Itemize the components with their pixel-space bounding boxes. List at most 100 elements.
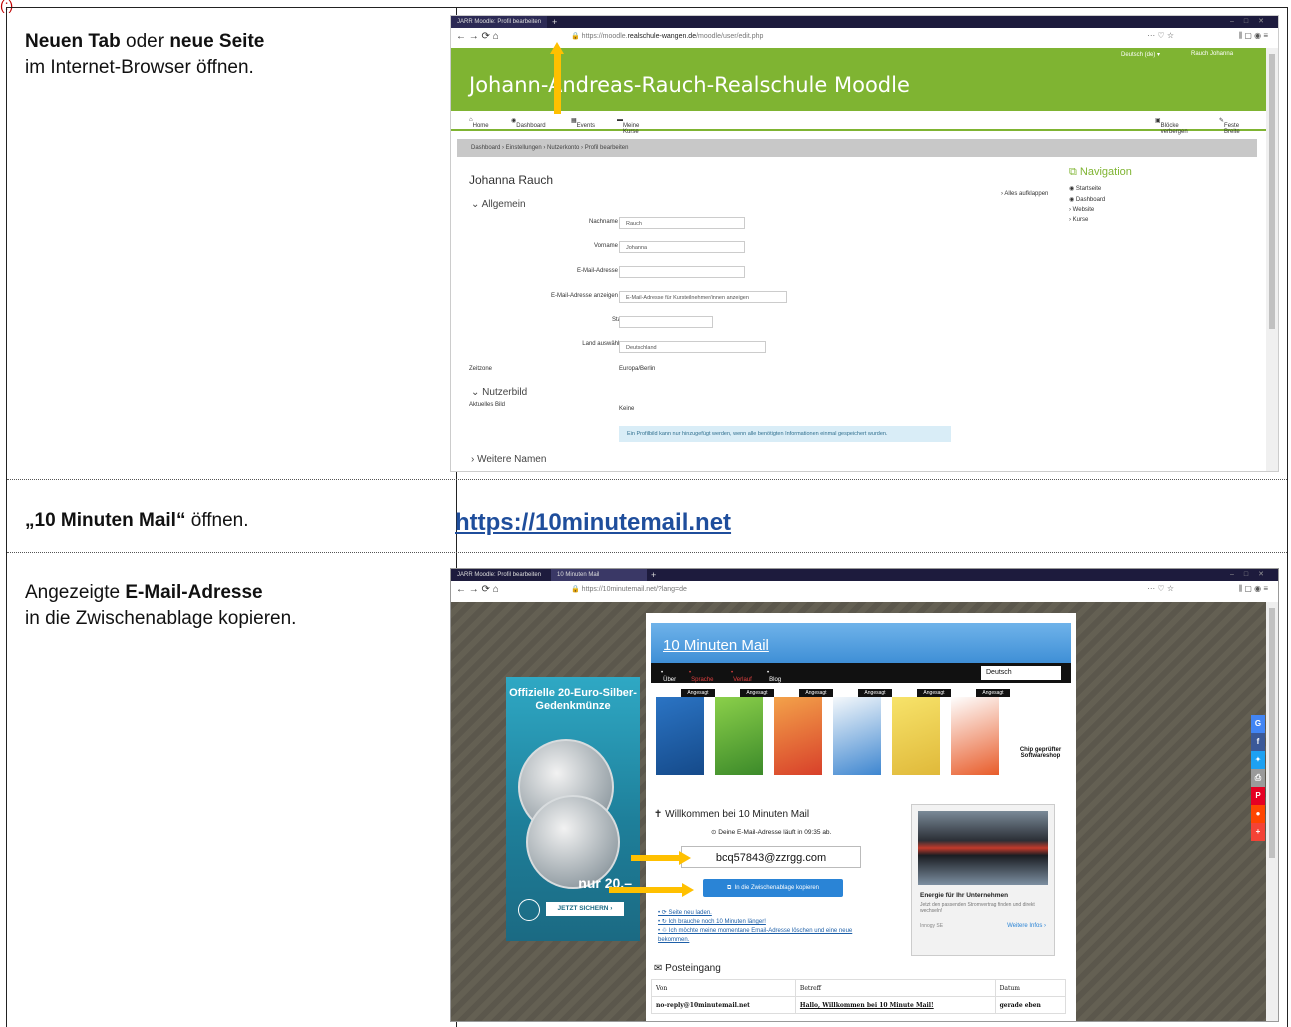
- tenminutemail-link[interactable]: https://10minutemail.net: [455, 509, 731, 537]
- email-address-field[interactable]: bcq57843@zzrgg.com: [681, 846, 861, 868]
- product-steuer[interactable]: [892, 697, 940, 775]
- timezone-value: Europa/Berlin: [619, 366, 656, 372]
- menu-my-courses-label: Meine Kurse: [623, 123, 640, 135]
- moodle-screenshot: JARR Moodle: Profil bearbeiten + –□✕ ← →…: [450, 15, 1279, 472]
- language-menu[interactable]: Deutsch (de) ▾: [1121, 51, 1160, 58]
- nav-item-website[interactable]: › Website: [1069, 207, 1132, 213]
- more-share-icon[interactable]: +: [1251, 823, 1265, 841]
- arrow-shaft: [631, 855, 681, 861]
- product-office[interactable]: [774, 697, 822, 775]
- url-prefix: https://moodle.: [581, 33, 628, 40]
- nav-item-label: Dashboard: [1075, 197, 1106, 203]
- picture-info-alert: Ein Profilbild kann nur hinzugefügt werd…: [619, 426, 951, 442]
- pinterest-icon[interactable]: P: [1251, 787, 1265, 805]
- timezone-label: Zeitzone: [469, 366, 493, 372]
- new-address-link[interactable]: • ♲ Ich möchte meine momentane Email-Adr…: [658, 927, 878, 945]
- social-share-bar: G f ✦ ⎙ P ● +: [1251, 715, 1265, 841]
- energy-advertisement[interactable]: Energie für Ihr Unternehmen Jetzt den pa…: [911, 804, 1055, 956]
- navigation-block: ⧉ Navigation ◉ Startseite ◉ Dashboard › …: [1069, 166, 1132, 223]
- step-2-text-1: öffnen.: [185, 510, 249, 531]
- product-windows7[interactable]: [715, 697, 763, 775]
- product-ad-row[interactable]: Angesagt Angesagt Angesagt Angesagt Ange…: [651, 689, 1071, 777]
- page-scrollbar[interactable]: [1266, 602, 1278, 1021]
- firstname-input[interactable]: Johanna: [619, 241, 745, 253]
- menu-events[interactable]: ▦ Events: [571, 117, 595, 129]
- hide-blocks-button[interactable]: ▣ Blöcke verbergen: [1155, 117, 1188, 135]
- browser-toolbar-icons[interactable]: ··· ♡ ☆ ⫼ ▢ ◉ ≡: [1147, 31, 1268, 41]
- city-input[interactable]: [619, 316, 713, 328]
- nav-item-dashboard[interactable]: ◉ Dashboard: [1069, 196, 1132, 203]
- step-3-text-1: Angezeigte: [25, 582, 126, 603]
- moodle-site-title[interactable]: Johann-Andreas-Rauch-Realschule Moodle: [469, 73, 910, 97]
- google-icon[interactable]: G: [1251, 715, 1265, 733]
- reddit-icon[interactable]: ●: [1251, 805, 1265, 823]
- table-row[interactable]: no-reply@10minutemail.net Hallo, Willkom…: [651, 996, 1067, 1014]
- url-domain: realschule-wangen.de: [627, 33, 697, 40]
- email-display-select[interactable]: E-Mail-Adresse für Kursteilnehmer/innen …: [619, 291, 787, 303]
- coin-advertisement[interactable]: Offizielle 20-Euro-Silber-Gedenkmünze nu…: [506, 677, 640, 941]
- browser-tabbar: JARR Moodle: Profil bearbeiten + –□✕: [451, 16, 1278, 28]
- step-1-text-1: oder: [120, 31, 170, 52]
- copy-to-clipboard-button[interactable]: ⧉ In die Zwischenablage kopieren: [703, 879, 843, 897]
- moodle-menubar: ⌂ Home ◉ Dashboard ▦ Events ▬ Meine Kurs…: [451, 111, 1266, 135]
- navigation-title: ⧉ Navigation: [1069, 166, 1132, 178]
- expand-all-link[interactable]: › Alles aufklappen: [1001, 191, 1048, 197]
- step-2-bold: „10 Minuten Mail“: [25, 510, 186, 531]
- facebook-icon[interactable]: f: [1251, 733, 1265, 751]
- ad-cta-button[interactable]: JETZT SICHERN ›: [546, 902, 624, 916]
- window-controls[interactable]: –□✕: [1230, 16, 1274, 28]
- menu-my-courses[interactable]: ▬ Meine Kurse: [617, 117, 639, 135]
- browser-tab[interactable]: JARR Moodle: Profil bearbeiten: [451, 16, 547, 28]
- action-label: Ich möchte meine momentane Email-Adresse…: [658, 928, 853, 943]
- country-select[interactable]: Deutschland: [619, 341, 766, 353]
- scrollbar-thumb[interactable]: [1269, 54, 1275, 329]
- browser-toolbar-icons[interactable]: ··· ♡ ☆ ⫼ ▢ ◉ ≡: [1147, 584, 1268, 594]
- lastname-input[interactable]: Rauch: [619, 217, 745, 229]
- language-select[interactable]: Deutsch: [981, 666, 1061, 680]
- new-tab-button[interactable]: +: [552, 16, 557, 28]
- mail-site-title[interactable]: 10 Minuten Mail: [663, 637, 769, 654]
- scrollbar-thumb[interactable]: [1269, 608, 1275, 858]
- nav-language[interactable]: • Sprache: [689, 670, 713, 683]
- page-scrollbar[interactable]: [1266, 48, 1278, 471]
- browser-tab-10min[interactable]: 10 Minuten Mail: [551, 569, 647, 581]
- nav-item-courses[interactable]: › Kurse: [1069, 217, 1132, 223]
- step-1-line-2: im Internet-Browser öffnen.: [25, 57, 254, 78]
- product-exchange[interactable]: [833, 697, 881, 775]
- product-office365[interactable]: [951, 697, 999, 775]
- action-label: Ich brauche noch 10 Minuten länger!: [668, 919, 766, 925]
- browser-tab-moodle[interactable]: JARR Moodle: Profil bearbeiten: [451, 569, 547, 581]
- url-field[interactable]: 🔒 https://10minutemail.net/?lang=de: [571, 585, 687, 593]
- section-picture[interactable]: ⌄ Nutzerbild: [471, 387, 527, 398]
- menu-home[interactable]: ⌂ Home: [469, 117, 489, 129]
- browser-nav-icons[interactable]: ← → ⟳ ⌂: [456, 584, 499, 595]
- hide-blocks-label: Blöcke verbergen: [1160, 123, 1188, 135]
- section-other-names[interactable]: › Weitere Namen: [471, 454, 546, 465]
- email-input[interactable]: [619, 266, 745, 278]
- breadcrumb[interactable]: Dashboard › Einstellungen › Nutzerkonto …: [457, 139, 1257, 157]
- window-controls[interactable]: –□✕: [1230, 569, 1274, 581]
- menu-dashboard[interactable]: ◉ Dashboard: [511, 117, 546, 129]
- print-icon[interactable]: ⎙: [1251, 769, 1265, 787]
- reload-link[interactable]: • ⟳ Seite neu laden.: [658, 909, 878, 918]
- product-label: Angesagt: [858, 689, 892, 697]
- nav-history[interactable]: • Verlauf: [731, 670, 752, 683]
- browser-nav-icons[interactable]: ← → ⟳ ⌂: [456, 31, 499, 42]
- extend-link[interactable]: • ↻ Ich brauche noch 10 Minuten länger!: [658, 918, 878, 927]
- nav-blog[interactable]: • Blog: [767, 670, 781, 683]
- new-tab-button[interactable]: +: [651, 569, 656, 581]
- header-date: Datum: [994, 979, 1067, 997]
- step-2-text: „10 Minuten Mail“ öffnen.: [25, 508, 249, 534]
- user-menu[interactable]: Rauch Johanna: [1191, 51, 1233, 57]
- section-general[interactable]: ⌄ Allgemein: [471, 199, 526, 210]
- nav-item-label: Website: [1072, 207, 1095, 213]
- url-field[interactable]: 🔒 https://moodle.realschule-wangen.de/mo…: [571, 32, 763, 40]
- fixed-width-button[interactable]: ✎ Feste Breite: [1219, 117, 1240, 135]
- row-subject[interactable]: Hallo, Willkommen bei 10 Minute Mail!: [794, 996, 996, 1014]
- ad2-more-link[interactable]: Weitere Infos ›: [1007, 923, 1046, 929]
- product-windows-server[interactable]: [656, 697, 704, 775]
- twitter-icon[interactable]: ✦: [1251, 751, 1265, 769]
- nav-item-home[interactable]: ◉ Startseite: [1069, 185, 1132, 192]
- nav-about[interactable]: • Über: [661, 670, 676, 683]
- arrow-shaft: [554, 54, 561, 114]
